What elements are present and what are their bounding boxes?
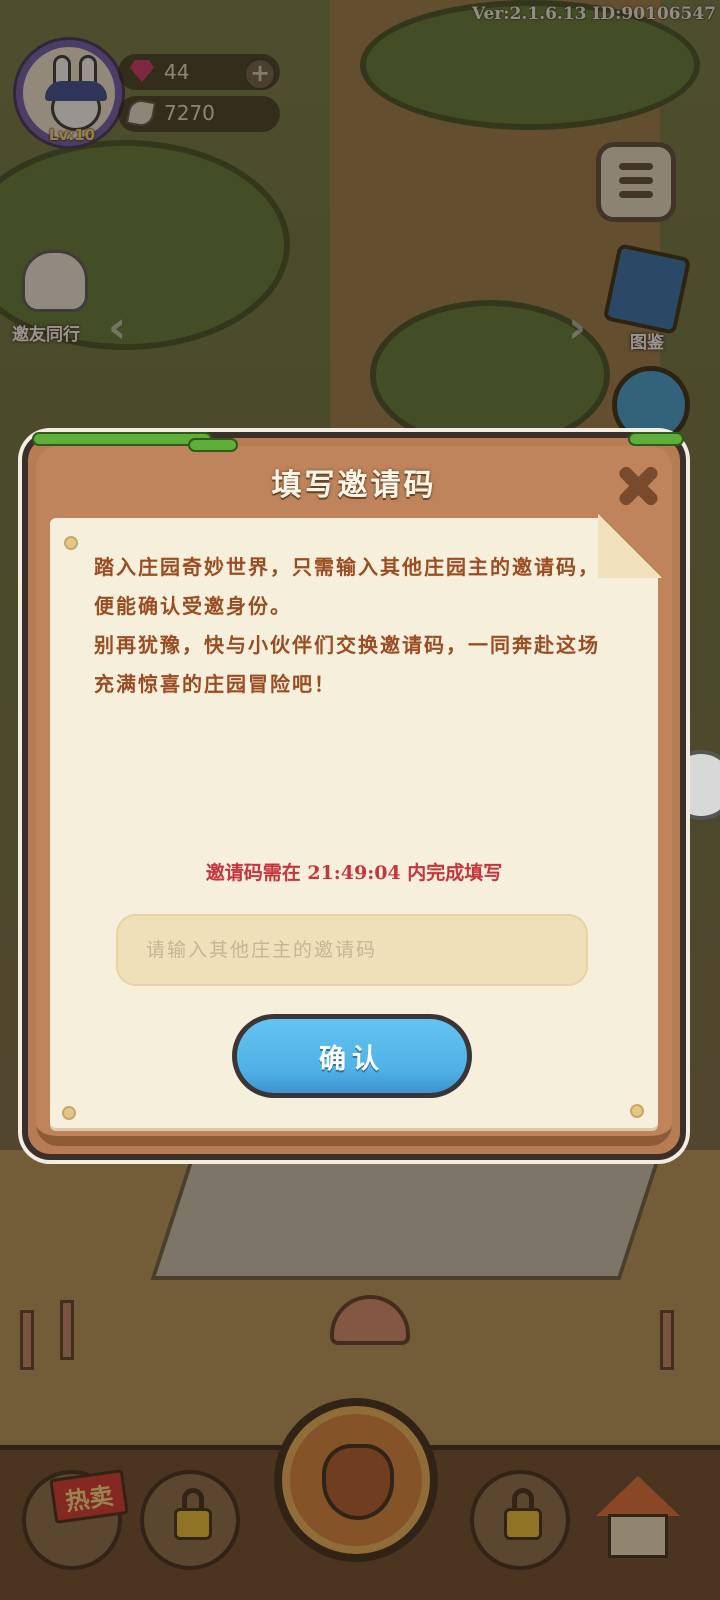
vine-decoration [188, 438, 238, 452]
pin-decoration [630, 1104, 644, 1118]
vine-decoration [32, 432, 212, 446]
invite-countdown: 邀请码需在 21:49:04 内完成填写 [205, 862, 503, 884]
invite-code-input[interactable] [116, 914, 588, 986]
dialog-paper: 踏入庄园奇妙世界，只需输入其他庄园主的邀请码，便能确认受邀身份。 别再犹豫，快与… [50, 514, 662, 1128]
paper-fold [598, 514, 662, 578]
dialog-title: 填写邀请码 [271, 468, 437, 503]
vine-decoration [628, 432, 684, 446]
invite-intro-text: 踏入庄园奇妙世界，只需输入其他庄园主的邀请码，便能确认受邀身份。 别再犹豫，快与… [94, 555, 600, 696]
invite-code-dialog: 填写邀请码 踏入庄园奇妙世界，只需输入其他庄园主的邀请码，便能确认受邀身份。 别… [22, 432, 686, 1160]
pin-decoration [64, 536, 78, 550]
close-icon[interactable] [608, 458, 664, 514]
pin-decoration [62, 1106, 76, 1120]
confirm-label: 确认 [237, 1019, 467, 1093]
confirm-button[interactable]: 确认 [232, 1014, 472, 1098]
